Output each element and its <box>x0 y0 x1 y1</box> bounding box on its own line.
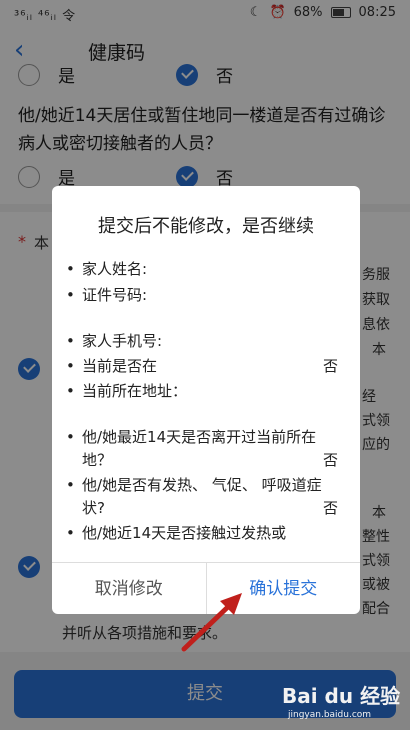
item-label: 他/她近14天是否接触过发热或 <box>82 524 287 542</box>
bullet: • <box>66 476 75 494</box>
item-label: 当前是否在 <box>82 357 158 375</box>
dialog-title: 提交后不能修改，是否继续 <box>98 216 314 237</box>
bullet: • <box>66 382 75 400</box>
item-label: 家人姓名: <box>82 260 148 278</box>
bullet: • <box>66 428 75 446</box>
bullet: • <box>66 260 75 278</box>
item-label: 他/她是否有发热、 气促、 呼吸道症状? <box>82 476 322 517</box>
bullet: • <box>66 286 75 304</box>
watermark-url: jingyan.baidu.com <box>288 710 372 720</box>
item-label: 当前所在地址： <box>82 382 188 400</box>
baidu-watermark: Bai du 经验 jingyan.baidu.com <box>282 680 402 724</box>
bullet: • <box>66 332 75 350</box>
item-label: 他/她最近14天是否离开过当前所在地？ <box>82 428 317 469</box>
watermark-logo: Bai du 经验 <box>282 684 401 708</box>
item-value: 否 <box>322 357 338 375</box>
item-label: 家人手机号: <box>82 332 163 350</box>
item-value: 否 <box>322 451 338 469</box>
bullet: • <box>66 357 75 375</box>
dialog-body[interactable]: • 家人姓名: • 证件号码: • 家人手机号: • 当前是否在 否 • 当前所… <box>66 256 348 556</box>
item-label: 证件号码: <box>82 286 148 304</box>
red-arrow-annotation <box>181 593 242 652</box>
item-value: 否 <box>322 499 338 517</box>
confirm-dialog: 提交后不能修改，是否继续 • 家人姓名: • 证件号码: • 家人手机号: • … <box>52 186 360 614</box>
bullet: • <box>66 524 75 542</box>
